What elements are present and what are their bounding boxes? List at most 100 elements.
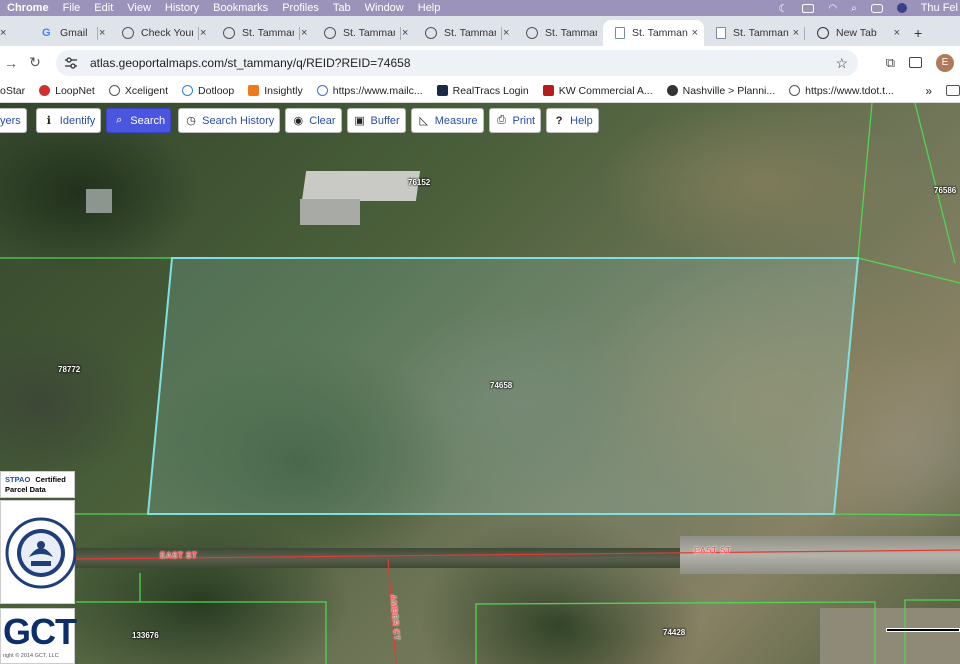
- menu-file[interactable]: File: [56, 2, 88, 14]
- ruler-icon: ◺: [419, 115, 428, 127]
- reload-icon[interactable]: ↻: [22, 54, 48, 71]
- control-center-icon[interactable]: [870, 3, 883, 13]
- globe-icon: [324, 27, 336, 39]
- search-history-button[interactable]: ◷ Search History: [178, 108, 281, 133]
- parcel-number-78772[interactable]: 78772: [58, 365, 80, 374]
- map-viewport[interactable]: 76152 76586 78772 74658 133676 74428 EAS…: [0, 103, 960, 664]
- moon-icon[interactable]: ☾: [778, 2, 788, 15]
- bookmark-item[interactable]: Xceligent: [102, 85, 175, 97]
- close-icon[interactable]: ×: [200, 27, 206, 39]
- help-label: Help: [570, 114, 593, 127]
- close-icon[interactable]: ×: [99, 27, 105, 39]
- map-toolbar: yers ℹ Identify ⌕ Search ◷ Search History ◉…: [0, 108, 599, 134]
- tab-partial[interactable]: × G Gmail: [0, 20, 98, 46]
- tab-st-tammany-1[interactable]: × St. Tamman: [199, 20, 300, 46]
- layers-button[interactable]: yers: [0, 108, 27, 133]
- parcel-number-74428[interactable]: 74428: [663, 628, 685, 637]
- battery-icon[interactable]: [802, 3, 815, 13]
- tab-st-tammany-6[interactable]: St. Tamman ×: [704, 20, 805, 46]
- menu-tab[interactable]: Tab: [326, 2, 358, 14]
- bookmark-label: oStar: [0, 84, 26, 97]
- close-icon[interactable]: ×: [692, 27, 698, 39]
- tab-st-tammany-2[interactable]: × St. Tamman: [300, 20, 401, 46]
- extensions-icon[interactable]: ⧉: [886, 55, 895, 71]
- menu-edit[interactable]: Edit: [87, 2, 120, 14]
- url-text[interactable]: atlas.geoportalmaps.com/st_tammany/q/REI…: [90, 56, 835, 70]
- chevron-more-icon[interactable]: »: [925, 84, 932, 98]
- bookmark-item[interactable]: LoopNet: [32, 85, 102, 97]
- search-icon[interactable]: ⌕: [851, 3, 857, 14]
- close-icon[interactable]: ×: [503, 27, 509, 39]
- clear-icon: ◉: [293, 115, 304, 127]
- doc-icon: [716, 27, 726, 39]
- bookmark-item[interactable]: Nashville > Planni...: [660, 85, 783, 97]
- wifi-icon[interactable]: ◠: [828, 3, 837, 14]
- clear-label: Clear: [309, 114, 336, 127]
- printer-icon: ⎙: [497, 114, 506, 126]
- menu-bookmarks[interactable]: Bookmarks: [206, 2, 275, 14]
- close-icon[interactable]: ×: [894, 27, 900, 39]
- help-button[interactable]: ? Help: [546, 108, 599, 133]
- tab-check-your[interactable]: × Check Your: [98, 20, 199, 46]
- buffer-button[interactable]: ▣ Buffer: [346, 108, 406, 133]
- tab-title: Gmail: [60, 27, 88, 39]
- chrome-icon: [817, 27, 829, 39]
- profile-avatar[interactable]: E: [936, 53, 954, 72]
- menu-window[interactable]: Window: [358, 2, 411, 14]
- bookmark-item[interactable]: oStar: [0, 85, 32, 97]
- tab-strip: × G Gmail × Check Your × St. Tamman × St. Tam…: [0, 16, 960, 46]
- sidebar-icon[interactable]: [909, 57, 922, 68]
- info-icon: ℹ: [46, 115, 51, 127]
- buffer-icon: ▣: [354, 115, 365, 127]
- tab-new-tab[interactable]: New Tab ×: [805, 20, 906, 46]
- forward-icon[interactable]: →: [0, 55, 22, 71]
- help-icon: ?: [555, 114, 563, 127]
- measure-button[interactable]: ◺ Measure: [410, 108, 484, 133]
- menu-history[interactable]: History: [158, 2, 206, 14]
- tab-title: St. Tamman: [444, 27, 496, 39]
- site-settings-icon[interactable]: [64, 57, 78, 69]
- stpao-certified: Certified: [35, 475, 66, 484]
- bookmark-label: LoopNet: [55, 84, 95, 97]
- menu-profiles[interactable]: Profiles: [275, 2, 326, 14]
- parcel-number-76152[interactable]: 76152: [408, 178, 430, 187]
- close-icon[interactable]: ×: [793, 27, 799, 39]
- identify-button[interactable]: ℹ Identify: [35, 108, 102, 133]
- mailchimp-icon: [316, 85, 328, 96]
- insightly-icon: [248, 85, 260, 96]
- menu-view[interactable]: View: [120, 2, 158, 14]
- siri-icon[interactable]: [896, 3, 907, 13]
- parcel-number-133676[interactable]: 133676: [132, 631, 159, 640]
- bookmark-label: https://www.tdot.t...: [805, 84, 894, 97]
- parcel-number-74658[interactable]: 74658: [490, 381, 512, 390]
- close-icon[interactable]: ×: [402, 27, 408, 39]
- bookmark-item[interactable]: Insightly: [241, 85, 310, 97]
- tab-st-tammany-3[interactable]: × St. Tamman: [401, 20, 502, 46]
- print-button[interactable]: ⎙ Print: [488, 108, 542, 133]
- folder-icon[interactable]: [946, 85, 960, 96]
- bookmark-star-icon[interactable]: ☆: [835, 55, 848, 72]
- clock[interactable]: Thu Fel: [921, 2, 958, 14]
- close-icon[interactable]: ×: [0, 27, 6, 39]
- bookmark-item[interactable]: https://www.tdot.t...: [782, 85, 901, 97]
- new-tab-button[interactable]: +: [906, 20, 930, 46]
- gmail-icon: G: [42, 26, 51, 39]
- bookmark-item[interactable]: https://www.mailc...: [310, 85, 430, 97]
- stpao-parcel-data: Parcel Data: [5, 485, 46, 494]
- parcel-boundary: [857, 103, 873, 259]
- menu-help[interactable]: Help: [411, 2, 448, 14]
- bookmarks-bar: oStar LoopNet Xceligent Dotloop Insightl…: [0, 79, 960, 103]
- tab-st-tammany-4[interactable]: × St. Tamman: [502, 20, 603, 46]
- close-icon[interactable]: ×: [301, 27, 307, 39]
- address-bar[interactable]: atlas.geoportalmaps.com/st_tammany/q/REI…: [56, 50, 858, 76]
- buffer-label: Buffer: [370, 114, 400, 127]
- tab-st-tammany-active[interactable]: St. Tamman ×: [603, 20, 704, 46]
- menu-chrome[interactable]: Chrome: [0, 2, 56, 14]
- bookmark-item[interactable]: Dotloop: [175, 85, 241, 97]
- parcel-number-76586[interactable]: 76586: [934, 186, 956, 195]
- clear-button[interactable]: ◉ Clear: [285, 108, 342, 133]
- parcel-boundary: [857, 257, 960, 284]
- bookmark-item[interactable]: KW Commercial A...: [536, 85, 660, 97]
- search-button[interactable]: ⌕ Search: [106, 108, 172, 133]
- bookmark-item[interactable]: RealTracs Login: [430, 85, 536, 97]
